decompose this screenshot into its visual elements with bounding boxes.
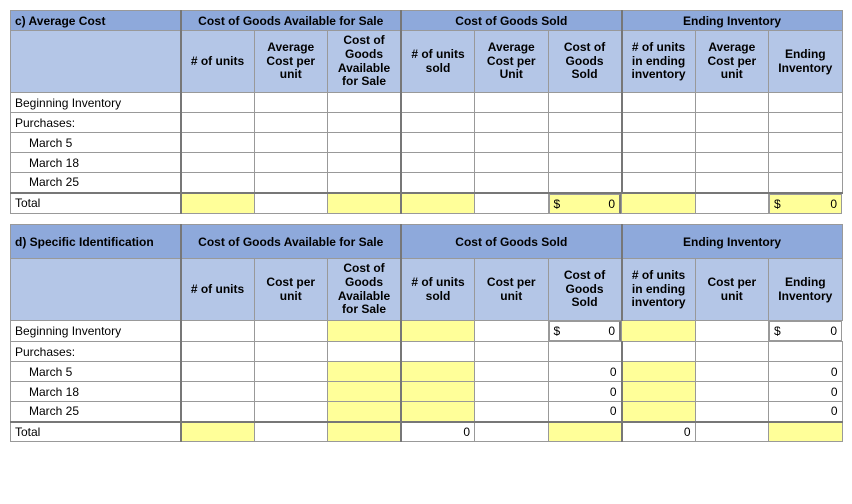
- row-total: Total $0 $0: [11, 193, 843, 214]
- m25-cogs[interactable]: 0: [548, 402, 622, 422]
- col-units: # of units: [181, 31, 255, 93]
- subheader-blank: [11, 259, 181, 321]
- begin-units-ending[interactable]: [622, 321, 696, 342]
- col-ending-inv: Ending Inventory: [769, 31, 843, 93]
- label-purchases: Purchases:: [11, 342, 181, 362]
- col-cogs-sold: Cost of Goods Sold: [548, 31, 622, 93]
- begin-ending-inv[interactable]: $0: [769, 321, 842, 341]
- label-march18: March 18: [11, 153, 181, 173]
- label-march5: March 5: [11, 133, 181, 153]
- total-units[interactable]: [181, 193, 255, 214]
- m18-cogs[interactable]: 0: [548, 382, 622, 402]
- section-title: c) Average Cost: [11, 11, 181, 31]
- col-cost-unit: Cost per unit: [475, 259, 549, 321]
- col-units: # of units: [181, 259, 255, 321]
- total-cogs-sold[interactable]: [548, 422, 622, 442]
- label-march25: March 25: [11, 402, 181, 422]
- row-purchases: Purchases:: [11, 113, 843, 133]
- row-purchases: Purchases:: [11, 342, 843, 362]
- total-units-ending[interactable]: 0: [622, 422, 696, 442]
- row-march25: March 25 0 0: [11, 402, 843, 422]
- input-cell[interactable]: [475, 93, 549, 113]
- input-cell[interactable]: [769, 93, 843, 113]
- begin-cogs-avail[interactable]: [328, 321, 402, 342]
- col-units-sold: # of units sold: [401, 31, 475, 93]
- input-cell[interactable]: [401, 93, 475, 113]
- row-march5: March 5 0 0: [11, 362, 843, 382]
- label-march25: March 25: [11, 173, 181, 193]
- total-units-ending[interactable]: [622, 193, 696, 214]
- total-cogs-avail[interactable]: [328, 422, 402, 442]
- col-cogs-avail: Cost of Goods Available for Sale: [328, 259, 402, 321]
- input-cell[interactable]: [548, 93, 622, 113]
- input-cell[interactable]: [254, 93, 328, 113]
- m18-end[interactable]: 0: [769, 382, 843, 402]
- begin-units-sold[interactable]: [401, 321, 475, 342]
- total-ending-inv[interactable]: $0: [769, 194, 842, 214]
- input-cell[interactable]: [622, 93, 696, 113]
- col-units-sold: # of units sold: [401, 259, 475, 321]
- begin-cogs-sold[interactable]: $0: [549, 321, 622, 341]
- col-avg-cost: Average Cost per unit: [254, 31, 328, 93]
- label-beg-inv: Beginning Inventory: [11, 93, 181, 113]
- label-beg-inv: Beginning Inventory: [11, 321, 181, 342]
- m5-cogs[interactable]: 0: [548, 362, 622, 382]
- table-specific-id: d) Specific Identification Cost of Goods…: [10, 224, 843, 442]
- header-cogs-avail: Cost of Goods Available for Sale: [181, 225, 402, 259]
- col-cost-end: Cost per unit: [695, 259, 769, 321]
- total-cogs-avail[interactable]: [328, 193, 402, 214]
- row-march25: March 25: [11, 173, 843, 193]
- row-march18: March 18: [11, 153, 843, 173]
- header-cogs-avail: Cost of Goods Available for Sale: [181, 11, 402, 31]
- header-cogs-sold: Cost of Goods Sold: [401, 11, 622, 31]
- total-units-sold[interactable]: [401, 193, 475, 214]
- header-ending-inv: Ending Inventory: [622, 225, 843, 259]
- label-total: Total: [11, 193, 181, 214]
- col-avg-cost-unit: Average Cost per Unit: [475, 31, 549, 93]
- col-cogs-sold: Cost of Goods Sold: [548, 259, 622, 321]
- row-march5: March 5: [11, 133, 843, 153]
- m5-end[interactable]: 0: [769, 362, 843, 382]
- input-cell[interactable]: [181, 93, 255, 113]
- col-ending-inv: Ending Inventory: [769, 259, 843, 321]
- input-cell[interactable]: [695, 93, 769, 113]
- total-units-sold[interactable]: 0: [401, 422, 475, 442]
- col-cogs-avail: Cost of Goods Available for Sale: [328, 31, 402, 93]
- subheader-blank: [11, 31, 181, 93]
- row-beg-inv: Beginning Inventory: [11, 93, 843, 113]
- m25-end[interactable]: 0: [769, 402, 843, 422]
- input-cell[interactable]: [328, 93, 402, 113]
- table-average-cost: c) Average Cost Cost of Goods Available …: [10, 10, 843, 214]
- row-total: Total 0 0: [11, 422, 843, 442]
- col-units-ending: # of units in ending inventory: [622, 31, 696, 93]
- label-march18: March 18: [11, 382, 181, 402]
- total-cogs-sold[interactable]: $0: [549, 194, 622, 214]
- col-avg-cost-end: Average Cost per unit: [695, 31, 769, 93]
- total-ending-inv[interactable]: [769, 422, 843, 442]
- header-ending-inv: Ending Inventory: [622, 11, 843, 31]
- total-units[interactable]: [181, 422, 255, 442]
- header-cogs-sold: Cost of Goods Sold: [401, 225, 622, 259]
- label-march5: March 5: [11, 362, 181, 382]
- row-march18: March 18 0 0: [11, 382, 843, 402]
- row-beg-inv: Beginning Inventory $0 $0: [11, 321, 843, 342]
- label-purchases: Purchases:: [11, 113, 181, 133]
- label-total: Total: [11, 422, 181, 442]
- col-units-ending: # of units in ending inventory: [622, 259, 696, 321]
- col-cost: Cost per unit: [254, 259, 328, 321]
- section-title: d) Specific Identification: [11, 225, 181, 259]
